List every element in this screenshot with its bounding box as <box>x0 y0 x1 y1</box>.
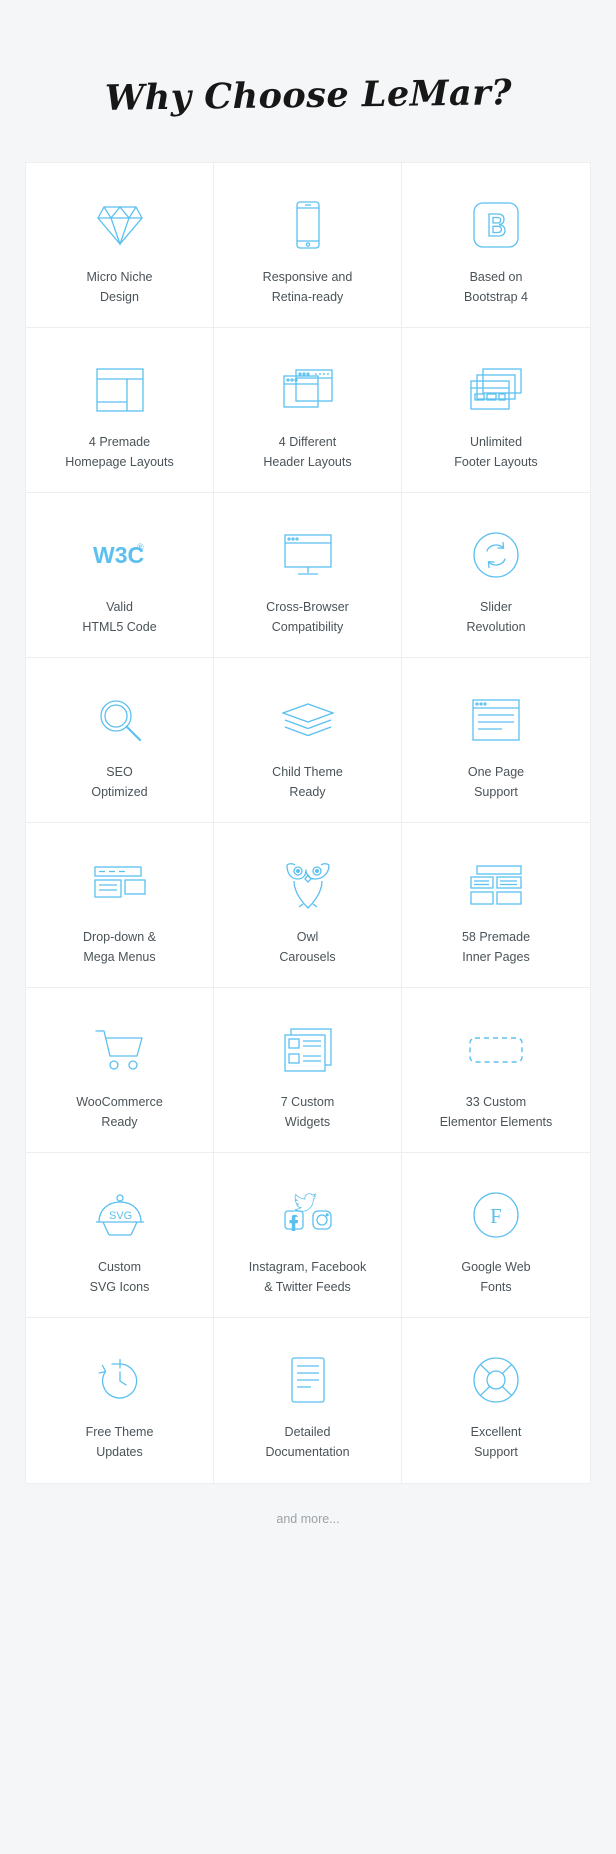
feature-label: Instagram, Facebook & Twitter Feeds <box>248 1260 367 1294</box>
diamond-icon <box>96 197 144 253</box>
feature-label: Valid HTML5 Code <box>82 600 157 634</box>
social-feeds-icon <box>282 1187 334 1243</box>
dashed-rect-icon <box>469 1022 523 1078</box>
lifebuoy-icon <box>473 1352 519 1408</box>
feature-label: Free Theme Updates <box>85 1425 154 1459</box>
feature-label: Unlimited Footer Layouts <box>454 435 538 469</box>
feature-card[interactable]: 58 Premade Inner Pages <box>402 823 590 988</box>
svg-text:F: F <box>490 1204 502 1228</box>
feature-card[interactable]: F Google Web Fonts <box>402 1153 590 1318</box>
feature-card[interactable]: Responsive and Retina-ready <box>214 163 402 328</box>
feature-card[interactable]: Drop-down & Mega Menus <box>26 823 214 988</box>
feature-label: Responsive and Retina-ready <box>262 270 353 304</box>
layout-columns-icon <box>95 362 144 418</box>
and-more-label: and more... <box>276 1512 340 1526</box>
feature-label: Cross-Browser Compatibility <box>266 600 349 634</box>
feature-card[interactable]: WooCommerce Ready <box>26 988 214 1153</box>
feature-label: Child Theme Ready <box>272 765 343 799</box>
feature-label: Owl Carousels <box>279 930 336 964</box>
browser-page-icon <box>472 692 520 748</box>
stacked-windows-icon <box>470 362 522 418</box>
bootstrap-b-icon <box>473 197 519 253</box>
feature-card[interactable]: Unlimited Footer Layouts <box>402 328 590 493</box>
feature-label: 4 Premade Homepage Layouts <box>65 435 174 469</box>
document-tablet-icon <box>290 1352 325 1408</box>
feature-card[interactable]: SEO Optimized <box>26 658 214 823</box>
feature-label: Custom SVG Icons <box>89 1260 150 1294</box>
feature-label: Detailed Documentation <box>265 1425 350 1459</box>
svg-text:®: ® <box>137 542 144 552</box>
features-page: Why Choose LeMar? Micro Niche Design Res… <box>0 0 616 1854</box>
feature-label: SEO Optimized <box>91 765 148 799</box>
layers-icon <box>281 692 334 748</box>
browser-windows-icon <box>282 362 333 418</box>
feature-card[interactable]: Child Theme Ready <box>214 658 402 823</box>
shopping-cart-icon <box>94 1022 145 1078</box>
feature-card[interactable]: Instagram, Facebook & Twitter Feeds <box>214 1153 402 1318</box>
feature-card[interactable]: 4 Premade Homepage Layouts <box>26 328 214 493</box>
page-title: Why Choose LeMar? <box>104 72 513 119</box>
feature-label: Google Web Fonts <box>461 1260 531 1294</box>
refresh-circle-icon <box>473 527 519 583</box>
feature-card[interactable]: Micro Niche Design <box>26 163 214 328</box>
feature-card[interactable]: Free Theme Updates <box>26 1318 214 1483</box>
feature-label: 7 Custom Widgets <box>280 1095 335 1129</box>
feature-card[interactable]: 33 Custom Elementor Elements <box>402 988 590 1153</box>
feature-card[interactable]: W3C ® Valid HTML5 Code <box>26 493 214 658</box>
google-font-f-icon: F <box>473 1187 519 1243</box>
feature-card[interactable]: Slider Revolution <box>402 493 590 658</box>
pages-grid-icon <box>470 857 522 913</box>
mobile-phone-icon <box>293 197 323 253</box>
feature-label: 4 Different Header Layouts <box>263 435 352 469</box>
feature-card[interactable]: 7 Custom Widgets <box>214 988 402 1153</box>
feature-card[interactable]: SVG Custom SVG Icons <box>26 1153 214 1318</box>
menu-dropdown-icon <box>93 857 146 913</box>
feature-card[interactable]: 4 Different Header Layouts <box>214 328 402 493</box>
magnifier-icon <box>98 692 142 748</box>
feature-label: One Page Support <box>467 765 525 799</box>
feature-label: Micro Niche Design <box>86 270 153 304</box>
feature-card[interactable]: One Page Support <box>402 658 590 823</box>
feature-label: WooCommerce Ready <box>76 1095 163 1129</box>
svg-cloche-icon: SVG <box>95 1187 145 1243</box>
feature-label: 33 Custom Elementor Elements <box>439 1095 553 1129</box>
features-grid: Micro Niche Design Responsive and Retina… <box>25 162 591 1484</box>
feature-label: Drop-down & Mega Menus <box>83 930 156 964</box>
w3c-icon: W3C ® <box>93 527 147 583</box>
feature-card[interactable]: Owl Carousels <box>214 823 402 988</box>
feature-label: 58 Premade Inner Pages <box>461 930 531 964</box>
feature-card[interactable]: Excellent Support <box>402 1318 590 1483</box>
clock-update-icon <box>96 1352 144 1408</box>
desktop-monitor-icon <box>283 527 332 583</box>
feature-label: Excellent Support <box>470 1425 522 1459</box>
feature-card[interactable]: Based on Bootstrap 4 <box>402 163 590 328</box>
widgets-list-icon <box>283 1022 332 1078</box>
owl-icon <box>285 857 331 913</box>
feature-label: Based on Bootstrap 4 <box>464 270 528 304</box>
feature-card[interactable]: Cross-Browser Compatibility <box>214 493 402 658</box>
svg-text:SVG: SVG <box>109 1210 132 1222</box>
feature-label: Slider Revolution <box>466 600 526 634</box>
feature-card[interactable]: Detailed Documentation <box>214 1318 402 1483</box>
